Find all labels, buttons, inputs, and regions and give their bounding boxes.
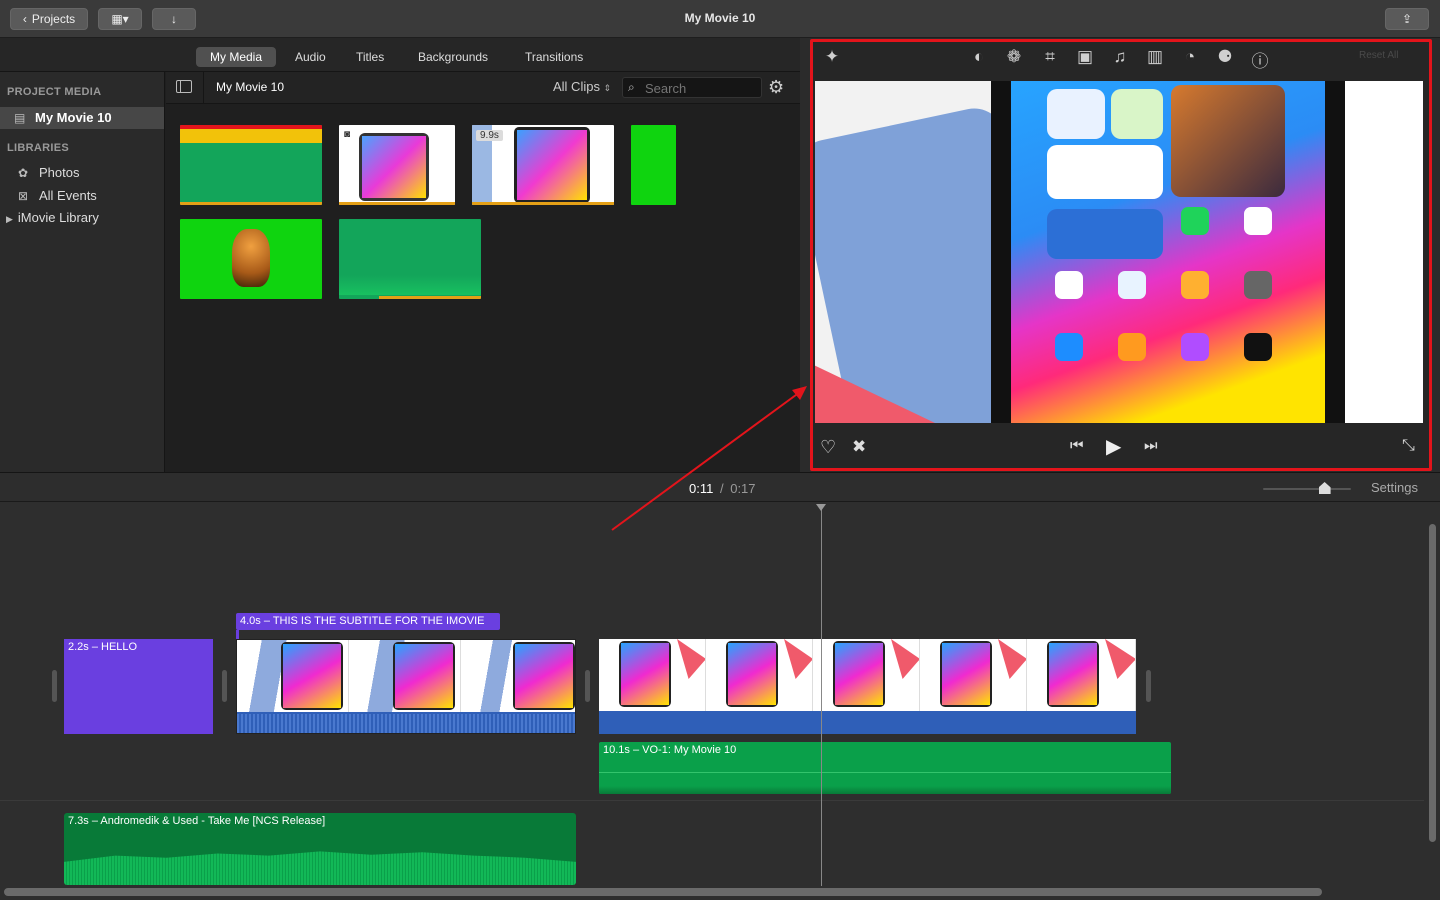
gear-icon[interactable]: ⚙ — [768, 77, 784, 98]
libraries-sidebar: PROJECT MEDIA ▤ My Movie 10 LIBRARIES ✿ Ph… — [0, 72, 165, 472]
camera-icon: ◙ — [344, 129, 351, 140]
sidebar-item-all-events[interactable]: ⊠ All Events — [0, 185, 164, 207]
track-divider — [0, 800, 1424, 801]
title-clip-subtitle[interactable]: 4.0s – THIS IS THE SUBTITLE FOR THE IMOV… — [236, 613, 500, 630]
divider — [203, 72, 204, 104]
sidebar-item-photos[interactable]: ✿ Photos — [0, 162, 164, 184]
horizontal-scrollbar[interactable] — [4, 888, 1322, 896]
libraries-heading: LIBRARIES — [7, 142, 69, 154]
media-header-title: My Movie 10 — [216, 80, 285, 94]
tab-titles[interactable]: Titles — [342, 47, 398, 67]
used-range-bar — [472, 202, 614, 205]
flower-icon: ✿ — [18, 166, 29, 180]
clapper-icon: ▤ — [14, 111, 26, 125]
sidebar-item-label: iMovie Library — [17, 210, 99, 225]
zoom-slider-knob[interactable] — [1318, 482, 1331, 494]
viewer-highlight-frame — [810, 39, 1432, 471]
tab-audio[interactable]: Audio — [281, 47, 340, 67]
filter-label: All Clips — [553, 79, 600, 94]
media-photo-thumbnail[interactable]: ◙ — [339, 125, 455, 205]
all-clips-filter[interactable]: All Clips ⇕ — [553, 79, 611, 94]
sidebar-item-imovie-library[interactable]: ▶ iMovie Library — [0, 207, 164, 229]
media-video-thumbnail[interactable]: 9.9s — [472, 125, 614, 205]
video-clip-2[interactable] — [599, 639, 1136, 734]
window-title: My Movie 10 — [684, 11, 756, 25]
search-icon: ⌕ — [628, 80, 635, 94]
clip-label: 7.3s – Andromedik & Used - Take Me [NCS … — [68, 815, 326, 827]
media-header: My Movie 10 All Clips ⇕ ⌕ ⚙ — [166, 72, 800, 104]
tab-transitions[interactable]: Transitions — [511, 47, 597, 67]
sidebar-toggle-icon[interactable] — [176, 80, 192, 93]
sidebar-item-label: All Events — [39, 188, 97, 203]
sidebar-item-label: My Movie 10 — [35, 110, 112, 125]
sidebar-item-my-movie[interactable]: ▤ My Movie 10 — [0, 107, 164, 129]
timeline-settings-button[interactable]: Settings — [1371, 480, 1418, 495]
search-input[interactable] — [645, 80, 755, 96]
vertical-scrollbar[interactable] — [1429, 524, 1436, 842]
audio-waveform — [64, 851, 576, 885]
clip-handle[interactable] — [52, 670, 57, 702]
search-field[interactable]: ⌕ — [622, 77, 762, 98]
clip-handle[interactable] — [1146, 670, 1151, 702]
sidebar-item-label: Photos — [39, 165, 80, 180]
tab-my-media[interactable]: My Media — [196, 47, 277, 67]
browser-tabs-bar: My Media Audio Titles Backgrounds Transi… — [0, 38, 800, 72]
music-audio-clip[interactable]: 7.3s – Andromedik & Used - Take Me [NCS … — [64, 813, 576, 885]
used-range-bar — [180, 202, 322, 205]
media-clip-thumbnail[interactable] — [180, 125, 322, 205]
share-button[interactable]: ⇪ — [1385, 8, 1429, 30]
title-clip-hello[interactable]: 2.2s – HELLO — [64, 639, 213, 734]
media-green-thumbnail[interactable] — [631, 125, 676, 205]
chevron-updown-icon: ⇕ — [603, 83, 612, 93]
star-box-icon: ⊠ — [18, 189, 29, 203]
clip-label: 4.0s – THIS IS THE SUBTITLE FOR THE IMOV… — [240, 615, 485, 627]
used-range-bar — [379, 296, 481, 299]
share-icon: ⇪ — [1401, 12, 1413, 26]
clip-handle[interactable] — [585, 670, 590, 702]
clip-label: 10.1s – VO-1: My Movie 10 — [603, 744, 737, 756]
project-media-heading: PROJECT MEDIA — [7, 86, 102, 98]
annotation-arrow — [611, 386, 807, 531]
media-audio-thumbnail[interactable] — [339, 219, 481, 299]
title-bar: ‹ Projects ▦▾ ↓ My Movie 10 ⇪ — [0, 0, 1440, 38]
disclosure-triangle-icon: ▶ — [6, 214, 13, 224]
clip-label: 2.2s – HELLO — [68, 641, 138, 653]
zoom-slider[interactable] — [1263, 482, 1351, 494]
clip-handle[interactable] — [222, 670, 227, 702]
tiger-image — [232, 229, 270, 287]
video-clip-1[interactable] — [236, 639, 576, 734]
clip-duration-badge: 9.9s — [476, 130, 503, 141]
playhead-line[interactable] — [821, 508, 822, 886]
voiceover-audio-clip[interactable]: 10.1s – VO-1: My Movie 10 — [599, 742, 1171, 794]
audio-waveform — [237, 714, 575, 733]
tab-backgrounds[interactable]: Backgrounds — [404, 47, 502, 67]
media-tiger-thumbnail[interactable] — [180, 219, 322, 299]
used-range-bar — [339, 202, 455, 205]
timeline: 2.2s – HELLO 4.0s – THIS IS THE SUBTITLE… — [0, 502, 1440, 900]
